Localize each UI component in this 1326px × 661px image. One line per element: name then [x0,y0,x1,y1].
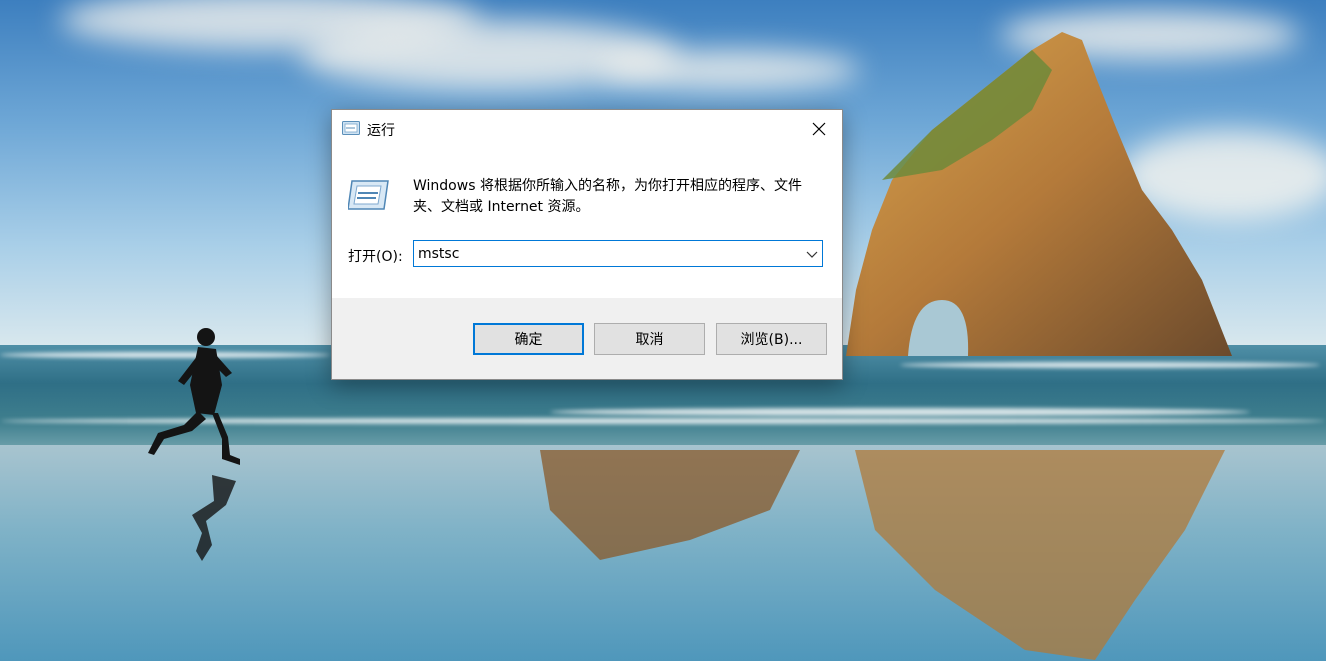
open-combobox[interactable] [413,240,823,267]
dialog-title: 运行 [367,123,395,139]
wallpaper-wave [900,362,1320,368]
wallpaper-reflection [540,450,800,560]
run-icon [348,180,389,210]
close-button[interactable] [796,110,842,147]
dialog-description: Windows 将根据你所输入的名称，为你打开相应的程序、文件夹、文档或 Int… [413,178,802,215]
wallpaper-cloud [600,50,860,90]
open-label: 打开(O): [348,249,403,265]
wallpaper-runner [148,328,240,561]
run-dialog: 运行 Windows 将根据你所输入的名称，为你打开相应的程序、文件夹、文档或 … [331,109,843,380]
ok-button[interactable]: 确定 [473,323,584,355]
wallpaper-reflection [855,450,1225,660]
wallpaper-wave [550,408,1250,416]
dialog-body: Windows 将根据你所输入的名称，为你打开相应的程序、文件夹、文档或 Int… [332,147,842,298]
open-input[interactable] [418,243,788,264]
close-icon [812,122,826,135]
run-icon [342,121,360,135]
dialog-footer: 确定 取消 浏览(B)... [332,298,842,379]
cancel-button[interactable]: 取消 [594,323,705,355]
chevron-down-icon[interactable] [806,248,818,260]
wallpaper-rock-arch [846,32,1232,356]
browse-button[interactable]: 浏览(B)... [716,323,827,355]
titlebar[interactable]: 运行 [332,110,842,147]
